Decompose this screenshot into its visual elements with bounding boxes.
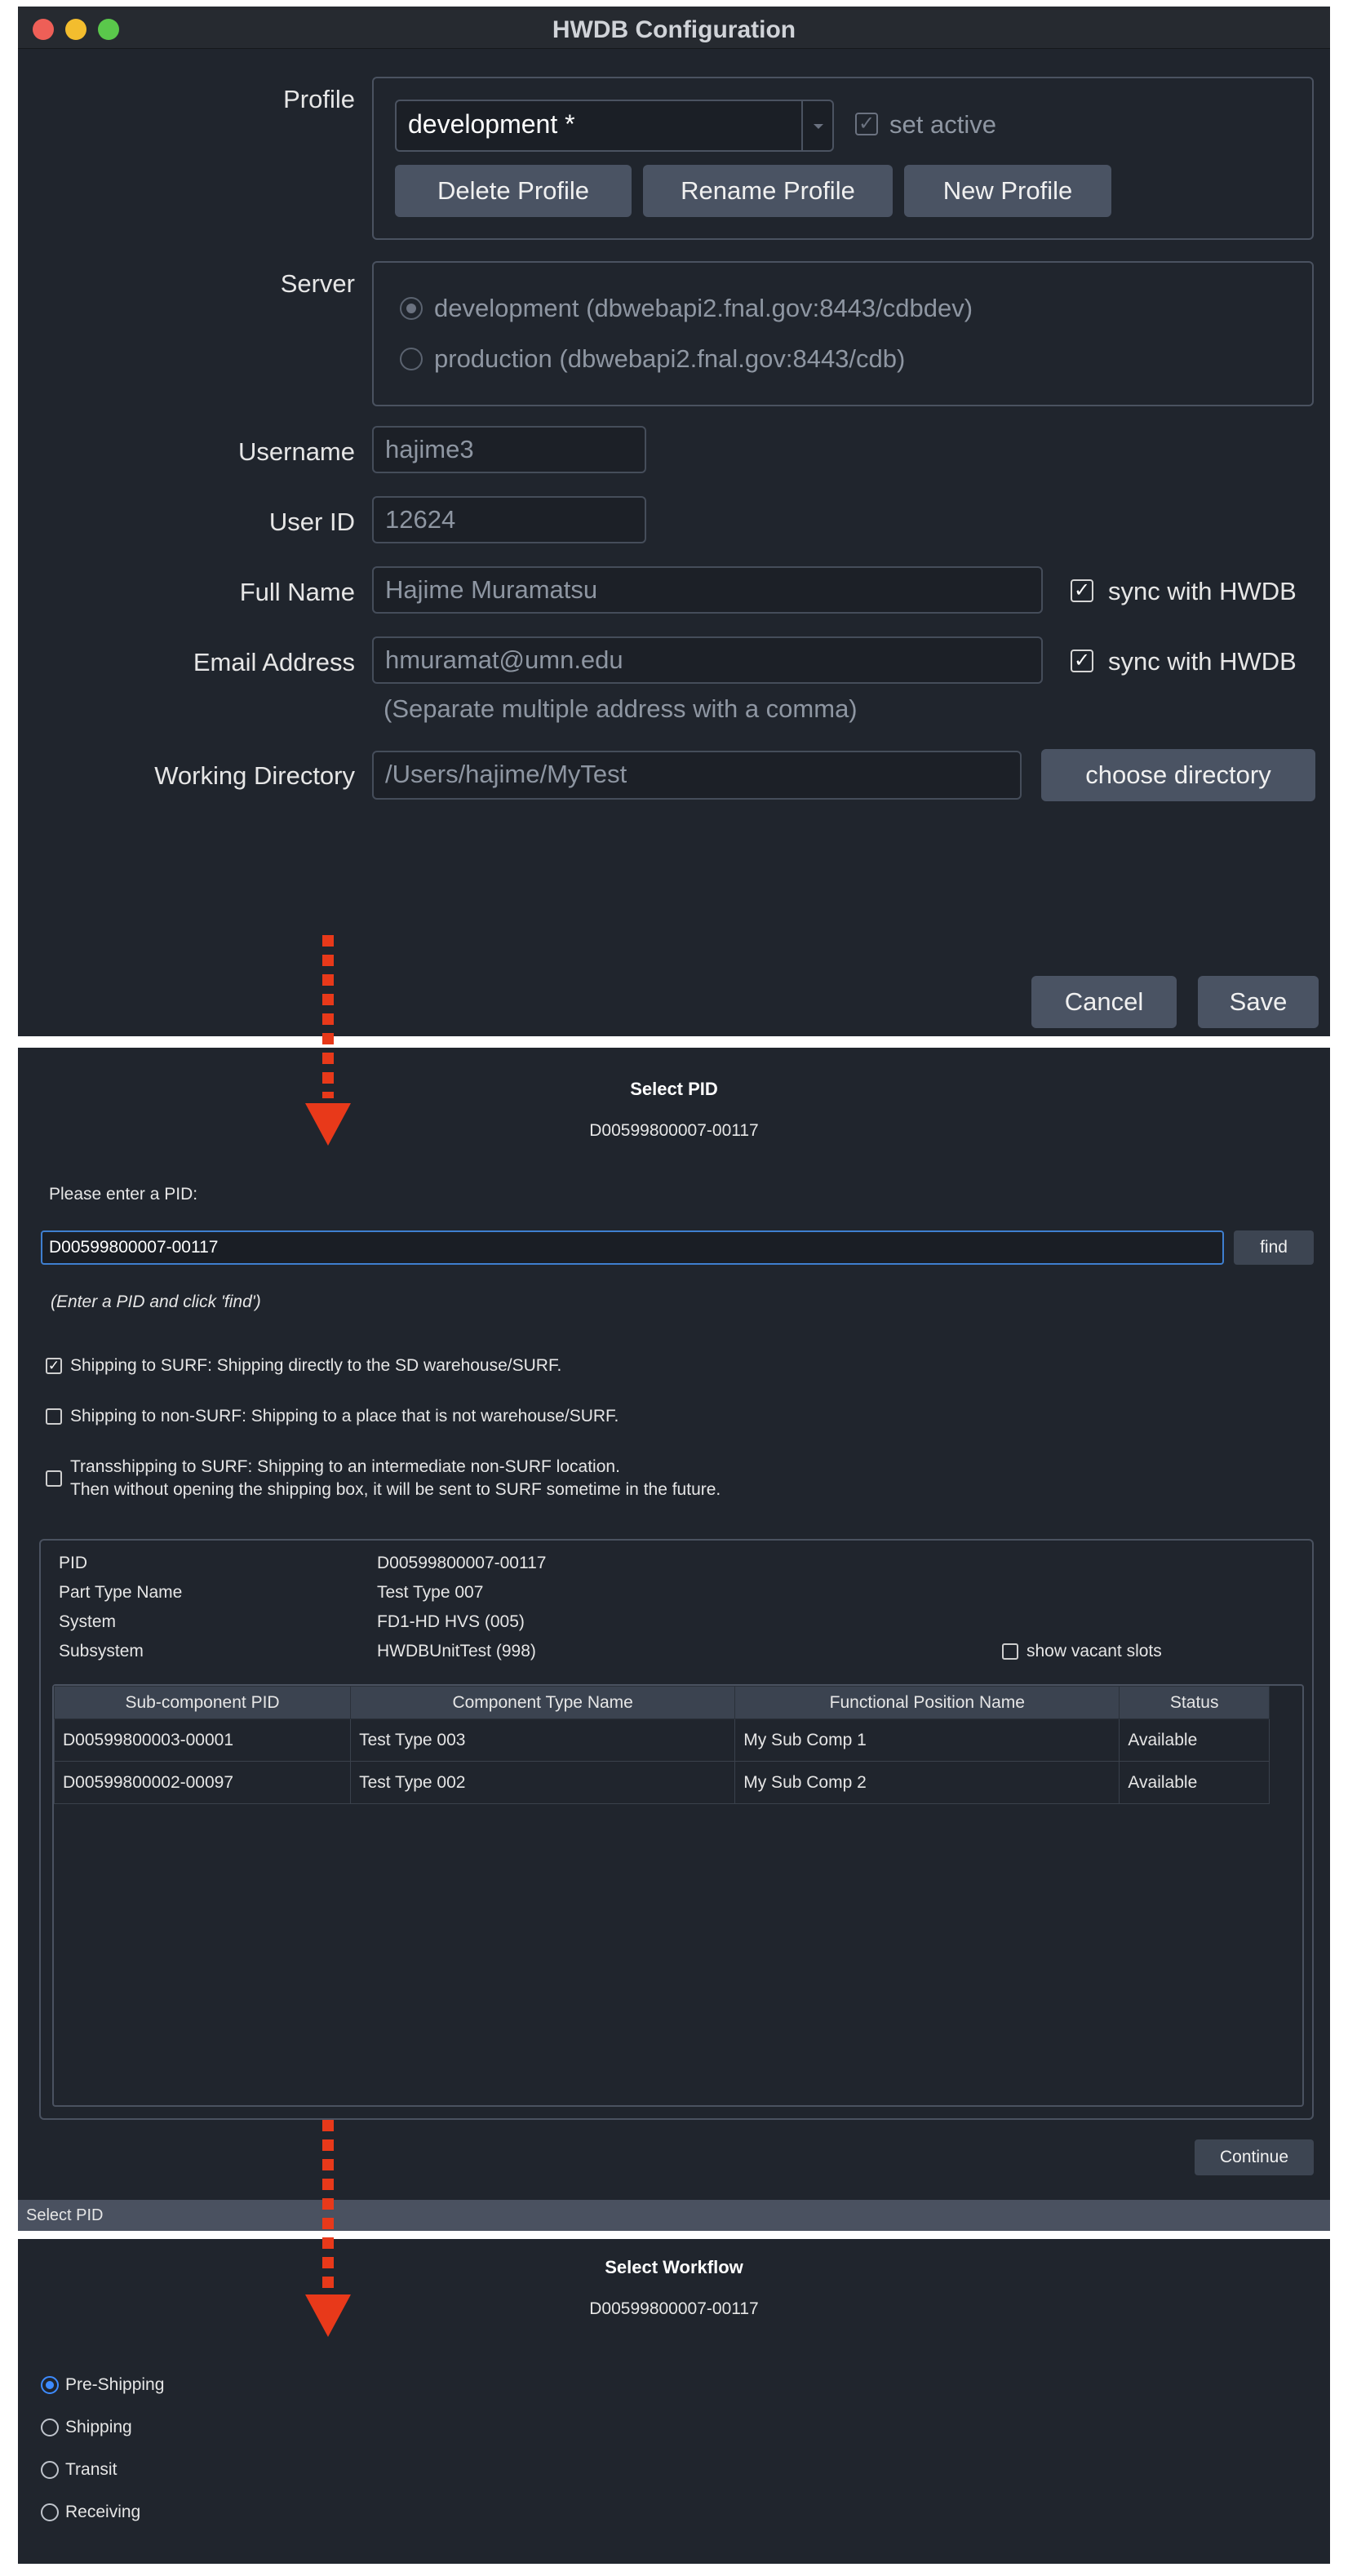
table-cell: Available <box>1119 1718 1270 1762</box>
table-cell: Available <box>1119 1761 1270 1804</box>
select-workflow-subtitle: D00599800007-00117 <box>589 2299 759 2318</box>
flow-arrow-down-icon <box>305 1103 351 1146</box>
server-development-label: development (dbwebapi2.fnal.gov:8443/cdb… <box>434 294 973 322</box>
subsystem-label: Subsystem <box>59 1642 144 1660</box>
cancel-button[interactable]: Cancel <box>1031 976 1177 1028</box>
column-header[interactable]: Functional Position Name <box>734 1686 1120 1719</box>
pid-prompt: Please enter a PID: <box>49 1185 198 1204</box>
workflow-transit-radio[interactable] <box>41 2461 59 2479</box>
pid-input[interactable]: D00599800007-00117 <box>41 1230 1224 1265</box>
pid-info-label: PID <box>59 1554 88 1572</box>
chevron-down-icon[interactable] <box>801 101 832 150</box>
email-sync-label: sync with HWDB <box>1108 647 1297 676</box>
status-bar: Select PID <box>18 2200 1330 2231</box>
server-development-radio[interactable] <box>400 297 423 320</box>
username-label: Username <box>238 437 355 466</box>
profile-label: Profile <box>283 85 355 113</box>
server-production-label: production (dbwebapi2.fnal.gov:8443/cdb) <box>434 344 906 373</box>
transshipping-surf-checkbox[interactable] <box>46 1470 62 1487</box>
profile-select-value: development * <box>408 109 575 139</box>
flow-arrow-dash <box>322 2120 334 2291</box>
sub-component-table: Sub-component PID Component Type Name Fu… <box>53 1686 1270 1804</box>
email-sync-checkbox[interactable]: ✓ <box>1071 650 1093 672</box>
shipping-non-surf-label: Shipping to non-SURF: Shipping to a plac… <box>70 1407 619 1425</box>
table-cell: My Sub Comp 2 <box>734 1761 1120 1804</box>
server-group <box>372 261 1314 406</box>
choose-directory-button[interactable]: choose directory <box>1041 749 1315 801</box>
workflow-pre-shipping-radio[interactable] <box>41 2376 59 2394</box>
workflow-transit-label: Transit <box>65 2460 118 2479</box>
server-label: Server <box>280 269 355 298</box>
select-workflow-window: Select Workflow D00599800007-00117 Pre-S… <box>18 2239 1330 2564</box>
title-bar: HWDB Configuration <box>18 7 1330 49</box>
transshipping-surf-label: Transshipping to SURF: Shipping to an in… <box>70 1457 620 1476</box>
table-row[interactable]: D00599800003-00001 Test Type 003 My Sub … <box>53 1718 1270 1762</box>
working-directory-field[interactable]: /Users/hajime/MyTest <box>372 751 1022 800</box>
hwdb-configuration-window: HWDB Configuration Profile development *… <box>18 7 1330 1036</box>
find-button[interactable]: find <box>1234 1230 1314 1265</box>
workflow-pre-shipping-label: Pre-Shipping <box>65 2375 165 2394</box>
set-active-checkbox[interactable]: ✓ <box>855 113 878 135</box>
workflow-shipping-label: Shipping <box>65 2418 132 2436</box>
save-button[interactable]: Save <box>1198 976 1319 1028</box>
shipping-non-surf-checkbox[interactable] <box>46 1408 62 1425</box>
select-pid-window: Select PID D00599800007-00117 Please ent… <box>18 1048 1330 2231</box>
server-production-radio[interactable] <box>400 348 423 370</box>
table-cell: My Sub Comp 1 <box>734 1718 1120 1762</box>
email-label: Email Address <box>193 648 355 676</box>
table-cell: Test Type 003 <box>350 1718 736 1762</box>
subsystem-value: HWDBUnitTest (998) <box>377 1642 536 1660</box>
set-active-label: set active <box>889 110 996 139</box>
user-id-field[interactable]: 12624 <box>372 496 646 543</box>
select-workflow-title: Select Workflow <box>605 2257 743 2277</box>
table-cell: Test Type 002 <box>350 1761 736 1804</box>
transshipping-surf-label-2: Then without opening the shipping box, i… <box>70 1480 721 1499</box>
working-directory-label: Working Directory <box>154 761 355 790</box>
email-field[interactable]: hmuramat@umn.edu <box>372 636 1043 684</box>
table-header-row: Sub-component PID Component Type Name Fu… <box>53 1686 1270 1719</box>
rename-profile-button[interactable]: Rename Profile <box>643 165 893 217</box>
part-type-label: Part Type Name <box>59 1583 183 1602</box>
select-pid-subtitle: D00599800007-00117 <box>589 1121 759 1140</box>
workflow-receiving-label: Receiving <box>65 2503 141 2521</box>
system-label: System <box>59 1612 117 1631</box>
table-cell: D00599800002-00097 <box>53 1761 352 1804</box>
show-vacant-slots-checkbox[interactable] <box>1002 1643 1018 1660</box>
full-name-sync-label: sync with HWDB <box>1108 577 1297 605</box>
flow-arrow-down-icon <box>305 2294 351 2337</box>
continue-button[interactable]: Continue <box>1195 2139 1314 2175</box>
user-id-label: User ID <box>268 508 355 536</box>
shipping-surf-label: Shipping to SURF: Shipping directly to t… <box>70 1356 562 1375</box>
column-header[interactable]: Component Type Name <box>350 1686 736 1719</box>
system-value: FD1-HD HVS (005) <box>377 1612 525 1631</box>
column-header[interactable]: Sub-component PID <box>53 1686 352 1719</box>
delete-profile-button[interactable]: Delete Profile <box>395 165 632 217</box>
full-name-label: Full Name <box>239 578 355 606</box>
full-name-sync-checkbox[interactable]: ✓ <box>1071 579 1093 602</box>
username-field[interactable]: hajime3 <box>372 426 646 473</box>
select-pid-title: Select PID <box>630 1079 718 1099</box>
shipping-surf-checkbox[interactable]: ✓ <box>46 1358 62 1374</box>
workflow-receiving-radio[interactable] <box>41 2503 59 2521</box>
pid-hint: (Enter a PID and click 'find') <box>51 1292 261 1311</box>
part-type-value: Test Type 007 <box>377 1583 484 1602</box>
email-hint: (Separate multiple address with a comma) <box>384 694 858 723</box>
flow-arrow-dash <box>322 935 334 1098</box>
table-cell: D00599800003-00001 <box>53 1718 352 1762</box>
workflow-shipping-radio[interactable] <box>41 2419 59 2436</box>
new-profile-button[interactable]: New Profile <box>904 165 1111 217</box>
profile-select[interactable]: development * <box>395 100 834 152</box>
full-name-field[interactable]: Hajime Muramatsu <box>372 566 1043 614</box>
pid-info-value: D00599800007-00117 <box>377 1554 547 1572</box>
window-title: HWDB Configuration <box>552 16 796 43</box>
show-vacant-slots-label: show vacant slots <box>1027 1642 1162 1660</box>
column-header[interactable]: Status <box>1119 1686 1270 1719</box>
table-row[interactable]: D00599800002-00097 Test Type 002 My Sub … <box>53 1761 1270 1804</box>
